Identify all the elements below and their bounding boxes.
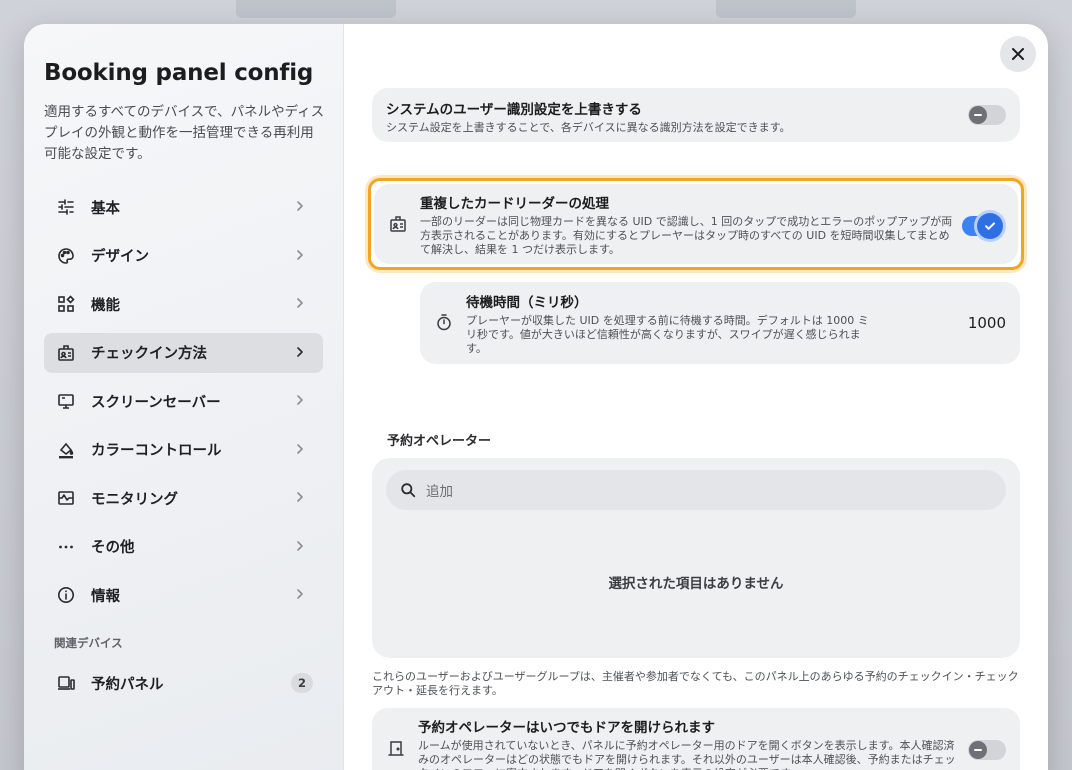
sidebar-item-label: カラーコントロール xyxy=(91,443,222,459)
wait-time-setting: 待機時間（ミリ秒） プレーヤーが収集した UID を処理する前に待機する時間。デ… xyxy=(420,282,1020,364)
badge-icon xyxy=(388,214,408,234)
sidebar-nav: 基本 デザイン 機能 チェックイン方法 スクリーンセーバー カラーコントロール … xyxy=(44,187,323,615)
dialog-description: 適用するすべてのデバイスで、パネルやディスプレイの外観と動作を一括管理できる再利… xyxy=(44,104,325,162)
close-button[interactable] xyxy=(1000,36,1036,72)
empty-state-text: 選択された項目はありません xyxy=(608,576,784,592)
search-icon xyxy=(401,483,416,498)
related-device-booking-panel[interactable]: 予約パネル 2 xyxy=(44,665,323,701)
toggle-knob xyxy=(977,213,1003,239)
toggle-knob xyxy=(969,741,987,759)
chevron-right-icon xyxy=(297,249,303,260)
setting-description: システム設定を上書きすることで、各デバイスに異なる識別方法を設定できます。 xyxy=(386,121,791,134)
sidebar-item-monitoring[interactable]: モニタリング xyxy=(44,478,323,518)
settings-content: システムのユーザー識別設定を上書きする システム設定を上書きすることで、各デバイ… xyxy=(344,24,1048,770)
sidebar-item-features[interactable]: 機能 xyxy=(44,284,323,324)
duplicate-reader-setting: 重複したカードリーダーの処理 一部のリーダーは同じ物理カードを異なる UID で… xyxy=(374,184,1018,264)
sliders-icon xyxy=(56,197,76,217)
sidebar-item-label: モニタリング xyxy=(91,491,178,508)
sidebar-item-label: 情報 xyxy=(91,588,120,605)
setting-description: プレーヤーが収集した UID を処理する前に待機する時間。デフォルトは 1000… xyxy=(466,314,869,355)
sidebar-item-color-control[interactable]: カラーコントロール xyxy=(44,430,323,470)
chevron-right-icon xyxy=(297,492,303,502)
sidebar-item-label: 機能 xyxy=(91,297,120,314)
sidebar-item-checkin-method[interactable]: チェックイン方法 xyxy=(44,332,323,373)
chevron-right-icon xyxy=(297,395,303,405)
related-device-label: 予約パネル xyxy=(91,676,164,693)
background-tab xyxy=(236,0,396,18)
monitor-icon xyxy=(56,391,76,411)
more-icon xyxy=(56,537,76,557)
sidebar-item-screensaver[interactable]: スクリーンセーバー xyxy=(44,381,323,421)
override-toggle[interactable] xyxy=(968,105,1006,125)
config-dialog: Booking panel config 適用するすべてのデバイスで、パネルやデ… xyxy=(24,24,1048,770)
operator-door-setting: 予約オペレーターはいつでもドアを開けられます ルームが使用されていないとき、パネ… xyxy=(372,708,1020,770)
sidebar-item-basic[interactable]: 基本 xyxy=(44,187,323,227)
setting-description: 一部のリーダーは同じ物理カードを異なる UID で認識し、1 回のタップで成功と… xyxy=(420,215,953,256)
sidebar-item-design[interactable]: デザイン xyxy=(44,236,323,276)
sidebar-item-label: その他 xyxy=(91,540,135,556)
sidebar-item-info[interactable]: 情報 xyxy=(44,575,323,615)
sidebar-item-label: 基本 xyxy=(91,200,120,217)
sidebar-item-label: チェックイン方法 xyxy=(91,346,207,362)
setting-title: 予約オペレーターはいつでもドアを開けられます xyxy=(418,720,715,736)
monitoring-icon xyxy=(56,488,76,508)
chevron-right-icon xyxy=(297,298,303,308)
setting-title: 重複したカードリーダーの処理 xyxy=(420,196,609,212)
operator-door-toggle[interactable] xyxy=(968,740,1006,760)
background-tab xyxy=(716,0,856,18)
info-icon xyxy=(56,585,76,605)
related-devices-heading: 関連デバイス xyxy=(54,636,123,650)
search-placeholder: 追加 xyxy=(426,484,453,500)
chevron-right-icon xyxy=(297,201,303,211)
booking-operators-heading: 予約オペレーター xyxy=(387,434,492,449)
sidebar-item-label: デザイン xyxy=(91,249,149,265)
badge-icon xyxy=(56,343,76,363)
setting-description: ルームが使用されていないとき、パネルに予約オペレーター用のドアを開くボタンを表示… xyxy=(418,739,956,770)
close-icon xyxy=(1012,48,1024,60)
toggle-knob xyxy=(969,106,987,124)
chevron-right-icon xyxy=(297,346,303,357)
paint-bucket-icon xyxy=(56,440,76,460)
setting-title: システムのユーザー識別設定を上書きする xyxy=(386,102,642,118)
wait-time-value[interactable]: 1000 xyxy=(968,314,1006,332)
device-count-badge: 2 xyxy=(291,673,313,693)
chevron-right-icon xyxy=(297,589,303,599)
sidebar: Booking panel config 適用するすべてのデバイスで、パネルやデ… xyxy=(24,24,344,770)
devices-icon xyxy=(56,673,76,693)
chevron-right-icon xyxy=(297,443,303,454)
operator-search-input[interactable]: 追加 xyxy=(386,470,1006,510)
sidebar-item-label: スクリーンセーバー xyxy=(91,394,221,411)
operators-help-text: これらのユーザーおよびユーザーグループは、主催者や参加者でなくても、このパネル上… xyxy=(372,670,1019,697)
booking-operators-panel: 追加 選択された項目はありません xyxy=(372,458,1020,658)
sidebar-item-other[interactable]: その他 xyxy=(44,527,323,567)
door-icon xyxy=(386,738,406,758)
timer-icon xyxy=(434,312,454,332)
widgets-icon xyxy=(56,294,76,314)
check-icon xyxy=(985,222,995,230)
chevron-right-icon xyxy=(297,540,303,551)
override-identification-setting: システムのユーザー識別設定を上書きする システム設定を上書きすることで、各デバイ… xyxy=(372,88,1020,142)
duplicate-reader-toggle[interactable] xyxy=(962,213,1003,239)
dialog-title: Booking panel config xyxy=(44,60,314,86)
setting-title: 待機時間（ミリ秒） xyxy=(466,295,588,311)
palette-icon xyxy=(56,246,76,266)
